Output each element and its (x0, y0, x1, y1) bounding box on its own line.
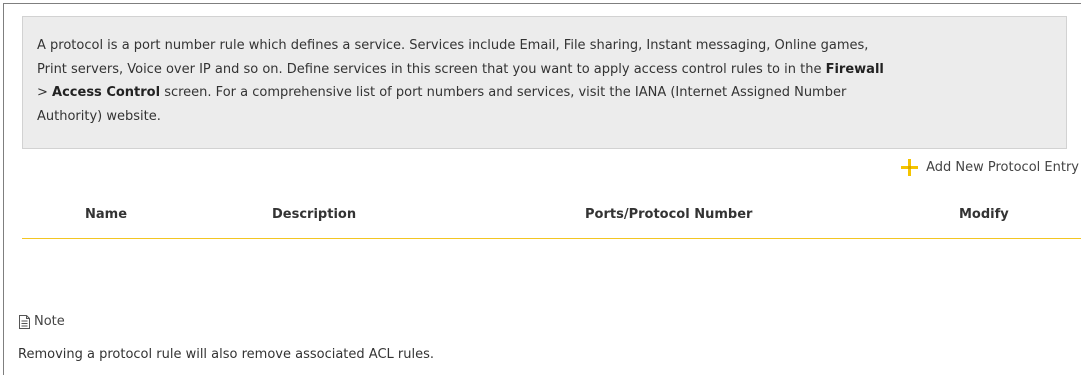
column-header-description: Description (272, 207, 357, 222)
column-header-modify: Modify (959, 207, 1009, 222)
firewall-text: Firewall (825, 61, 884, 77)
note-heading: Note (18, 314, 65, 329)
note-text: Removing a protocol rule will also remov… (18, 347, 434, 362)
intro-description: A protocol is a port number rule which d… (22, 16, 1067, 149)
add-new-protocol-entry-label: Add New Protocol Entry (926, 160, 1079, 175)
intro-line2: Print servers, Voice over IP and so on. … (37, 61, 826, 77)
column-header-ports-protocol-number: Ports/Protocol Number (585, 207, 753, 222)
access-control-text: Access Control (52, 85, 161, 100)
intro-line3-suffix: screen. For a comprehensive list of port… (160, 85, 847, 100)
intro-line3-prefix: > (37, 85, 53, 100)
column-header-name: Name (85, 207, 128, 222)
intro-line1: A protocol is a port number rule which d… (37, 38, 869, 53)
intro-line4: Authority) website. (37, 108, 161, 124)
note-label: Note (34, 314, 65, 329)
protocol-table-header: Name Description Ports/Protocol Number M… (22, 207, 1081, 239)
plus-icon (901, 159, 919, 176)
page-frame: A protocol is a port number rule which d… (3, 3, 1081, 375)
note-icon (19, 314, 30, 329)
add-new-protocol-entry-button[interactable]: Add New Protocol Entry (901, 159, 1079, 176)
